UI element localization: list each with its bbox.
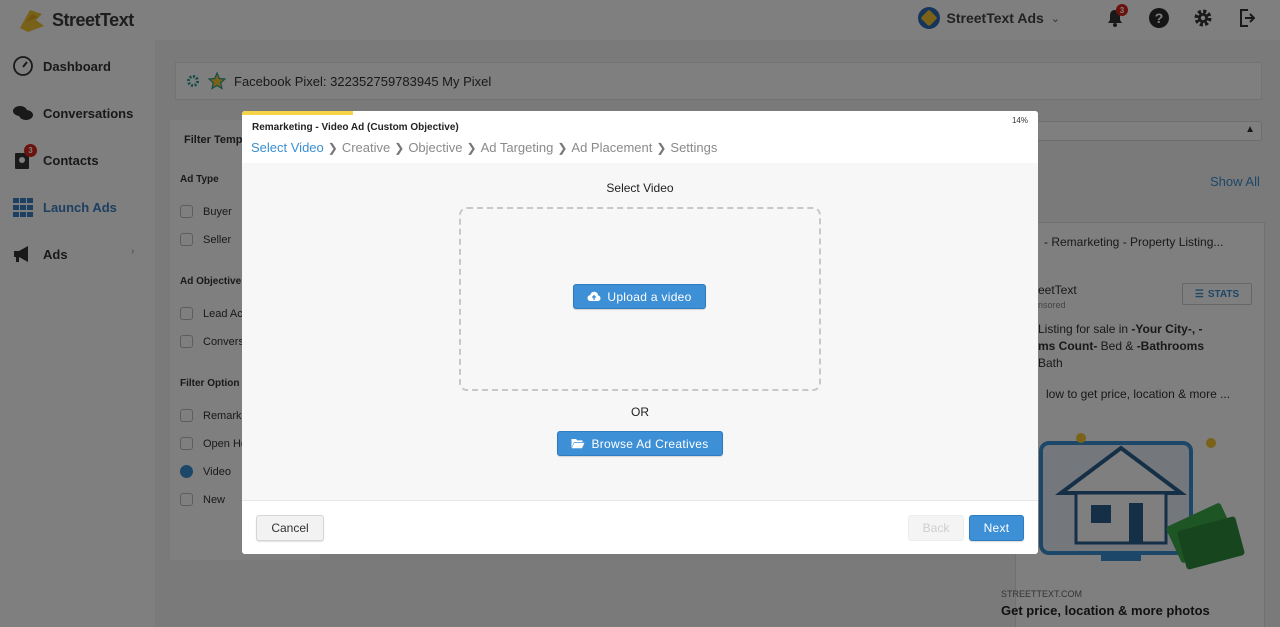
step-settings[interactable]: Settings — [670, 140, 717, 155]
create-ad-modal: 14% Remarketing - Video Ad (Custom Objec… — [242, 111, 1038, 554]
upload-label: Upload a video — [607, 289, 692, 304]
step-ad-placement[interactable]: Ad Placement — [571, 140, 652, 155]
modal-title: Remarketing - Video Ad (Custom Objective… — [252, 122, 459, 133]
modal-footer: Cancel Back Next — [242, 500, 1038, 554]
section-title: Select Video — [606, 181, 674, 195]
modal-header: 14% Remarketing - Video Ad (Custom Objec… — [242, 111, 1038, 163]
progress-bar — [242, 111, 354, 115]
chevron-right-icon: ❯ — [656, 140, 667, 155]
step-creative[interactable]: Creative — [342, 140, 390, 155]
step-ad-targeting[interactable]: Ad Targeting — [481, 140, 554, 155]
chevron-right-icon: ❯ — [466, 140, 477, 155]
chevron-right-icon: ❯ — [327, 140, 338, 155]
cancel-button[interactable]: Cancel — [256, 515, 324, 541]
upload-video-button[interactable]: Upload a video — [573, 284, 706, 309]
video-dropzone[interactable]: Upload a video — [459, 207, 821, 391]
back-button[interactable]: Back — [908, 515, 964, 541]
chevron-right-icon: ❯ — [394, 140, 405, 155]
folder-open-icon — [571, 439, 585, 449]
browse-label: Browse Ad Creatives — [591, 436, 709, 451]
wizard-steps: Select Video ❯ Creative ❯ Objective ❯ Ad… — [251, 140, 717, 155]
progress-percent: 14% — [1011, 116, 1028, 125]
or-divider: OR — [631, 405, 649, 419]
step-select-video[interactable]: Select Video — [251, 140, 324, 155]
step-objective[interactable]: Objective — [408, 140, 462, 155]
next-button[interactable]: Next — [969, 515, 1024, 541]
browse-ad-creatives-button[interactable]: Browse Ad Creatives — [557, 431, 723, 456]
chevron-right-icon: ❯ — [557, 140, 568, 155]
cloud-upload-icon — [587, 291, 601, 301]
